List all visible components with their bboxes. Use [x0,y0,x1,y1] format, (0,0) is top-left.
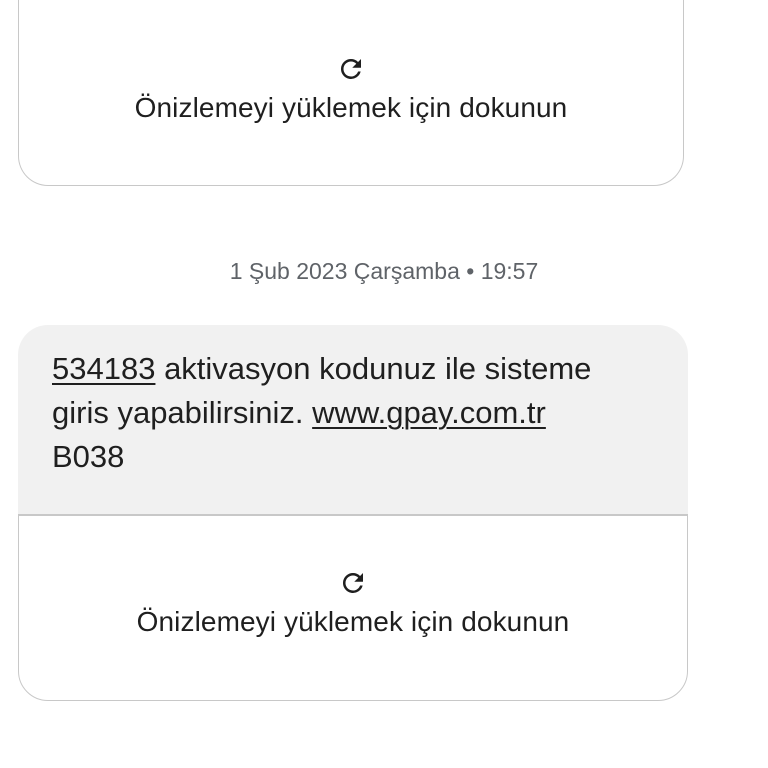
message-text: 534183 aktivasyon kodunuz ile sisteme gir… [52,347,654,479]
preview-label: Önizlemeyi yüklemek için dokunun [134,92,568,123]
reload-icon [342,573,363,593]
date-separator-text: 1 Şub 2023 Çarşamba • 19:57 [229,258,539,284]
preview-content: Önizlemeyi yüklemek için dokunun [19,54,683,124]
message-text-part3: B038 [52,439,125,474]
conversation-screen: Önizlemeyi yüklemek için dokunun 1 Şub 2… [0,0,768,768]
activation-code-link[interactable]: 534183 [52,351,155,386]
message-text-part1: aktivasyon kodunuz ile sisteme [155,351,592,386]
message-text-part2: giris yapabilirsiniz. [52,395,313,430]
link-preview-card-bottom[interactable]: Önizlemeyi yüklemek için dokunun [18,515,688,701]
url-link[interactable]: www.gpay.com.tr [312,395,546,430]
reload-icon [340,58,361,79]
message-bubble[interactable]: 534183 aktivasyon kodunuz ile sisteme gir… [18,325,688,515]
preview-content: Önizlemeyi yüklemek için dokunun [19,568,687,638]
date-separator: 1 Şub 2023 Çarşamba • 19:57 [0,258,768,285]
link-preview-card-top[interactable]: Önizlemeyi yüklemek için dokunun [18,0,684,186]
preview-label: Önizlemeyi yüklemek için dokunun [136,606,570,637]
